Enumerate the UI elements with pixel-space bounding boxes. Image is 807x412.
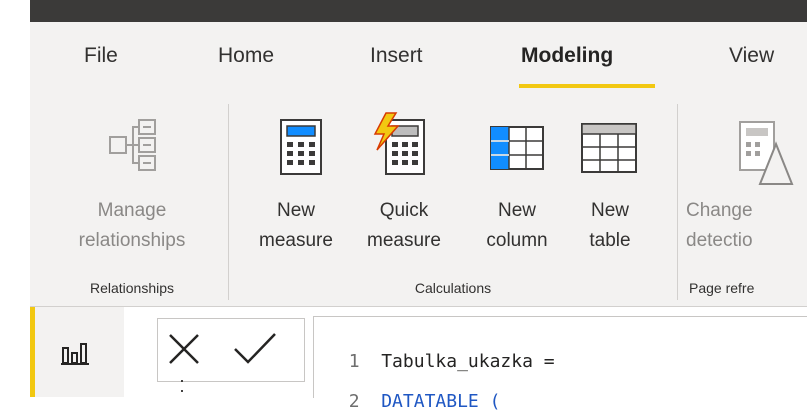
formula-line-2: 2 DATATABLE ( [327, 370, 501, 412]
tab-file[interactable]: File [84, 44, 118, 68]
report-view-icon[interactable] [61, 342, 89, 371]
change-detection-line1: Change [686, 200, 753, 221]
table-column-icon[interactable] [489, 125, 545, 176]
quick-measure-button[interactable]: Quick measure [344, 196, 464, 256]
quick-measure-line1: Quick [379, 200, 429, 221]
group-separator [677, 104, 678, 300]
line-number: 1 [348, 351, 360, 372]
change-detection-icon[interactable] [738, 116, 807, 191]
checkmark-icon [234, 333, 276, 364]
formula-line-1: 1 Tabulka_ukazka = [327, 330, 555, 372]
group-separator [228, 104, 229, 300]
manage-relationships-icon[interactable] [107, 117, 161, 178]
active-tab-indicator [519, 84, 655, 88]
code-text: Tabulka_ukazka = [381, 351, 555, 372]
code-text: DATATABLE ( [381, 391, 501, 412]
group-label-calculations: Calculations [414, 280, 492, 296]
new-table-line1: New [590, 200, 629, 221]
new-measure-button[interactable]: New measure [248, 196, 344, 256]
manage-relationships-line2: relationships [78, 230, 186, 251]
lightning-calculator-icon[interactable] [372, 112, 428, 181]
line-number: 2 [348, 391, 360, 412]
active-view-indicator [30, 307, 35, 397]
tab-modeling[interactable]: Modeling [521, 44, 613, 68]
manage-relationships-button[interactable]: Manage relationships [52, 196, 212, 256]
change-detection-button[interactable]: Change detectio [686, 196, 807, 256]
new-column-button[interactable]: New column [470, 196, 564, 256]
left-strip [0, 0, 30, 397]
calculator-icon[interactable] [279, 118, 323, 181]
table-icon[interactable] [580, 122, 638, 179]
title-bar [30, 0, 807, 22]
new-column-line1: New [497, 200, 536, 221]
more-options-icon[interactable]: · · [179, 371, 185, 399]
cancel-formula-button[interactable] [164, 329, 204, 374]
new-table-line2: table [589, 230, 631, 251]
new-table-button[interactable]: New table [568, 196, 652, 256]
close-icon [169, 334, 199, 364]
new-measure-line2: measure [259, 230, 333, 251]
group-label-relationships: Relationships [89, 280, 175, 296]
new-measure-line1: New [276, 200, 315, 221]
tab-home[interactable]: Home [218, 44, 274, 68]
manage-relationships-line1: Manage [97, 200, 167, 221]
tab-insert[interactable]: Insert [370, 44, 423, 68]
quick-measure-line2: measure [367, 230, 441, 251]
new-column-line2: column [486, 230, 548, 251]
tab-view[interactable]: View [729, 44, 774, 68]
change-detection-line2: detectio [686, 230, 753, 251]
group-label-page-refresh: Page refre [689, 280, 755, 296]
commit-formula-button[interactable] [232, 331, 278, 372]
